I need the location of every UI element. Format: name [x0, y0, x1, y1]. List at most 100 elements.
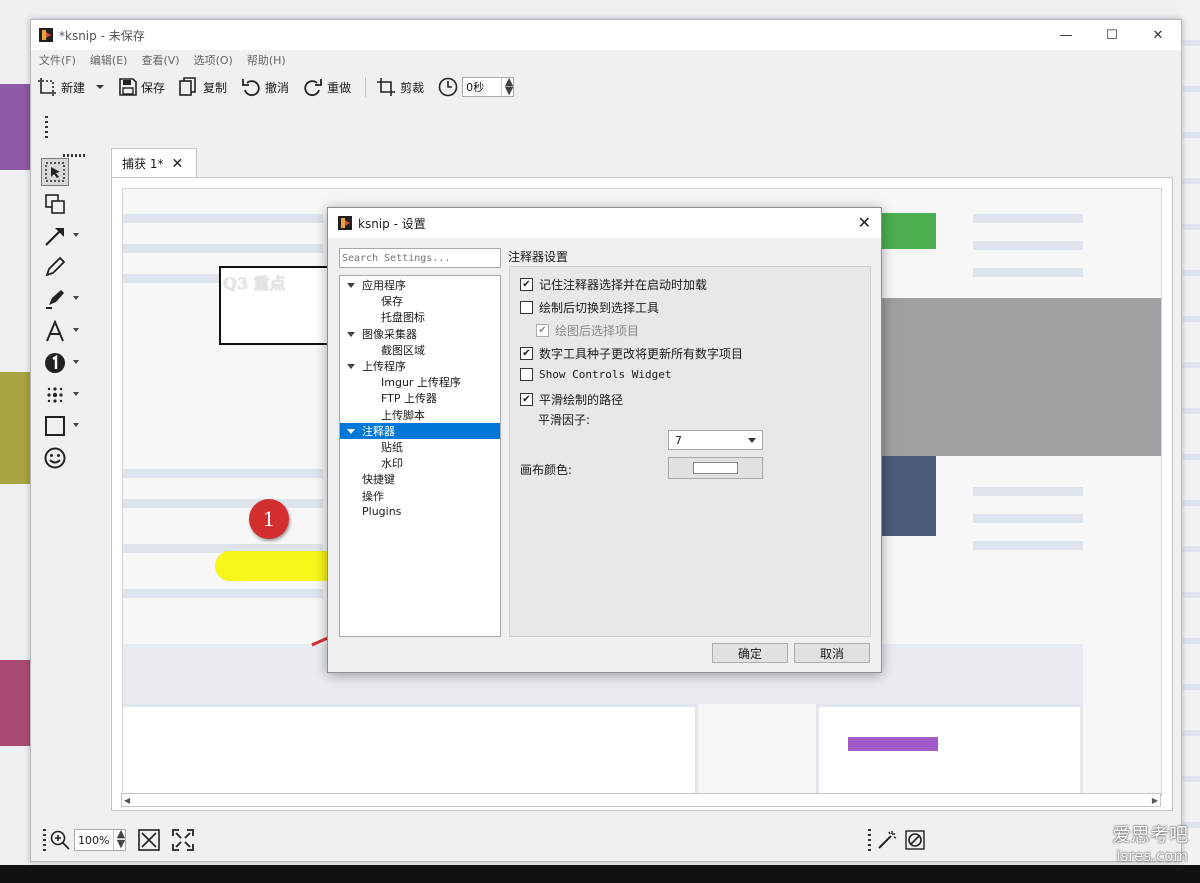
sticker-tool[interactable] [41, 444, 69, 472]
chevron-down-icon[interactable] [73, 359, 79, 364]
remember-tool-option[interactable]: ✔ 记住注释器选择并在启动时加载 [520, 276, 707, 293]
fullscreen-icon[interactable] [172, 829, 194, 851]
new-button[interactable]: 新建 [37, 74, 85, 100]
chevron-down-icon[interactable] [73, 327, 79, 332]
panel-title: 注释器设置 [508, 250, 569, 264]
smooth-factor-label: 平滑因子: [538, 413, 591, 427]
spin-down-icon[interactable]: ▼ [114, 838, 125, 850]
tree-item[interactable]: FTP 上传器 [340, 390, 500, 406]
ksnip-logo-icon [338, 216, 352, 230]
fit-to-window-icon[interactable] [138, 829, 160, 851]
canvas-green-block [878, 213, 936, 249]
spin-down-icon[interactable]: ▼ [502, 85, 513, 96]
save-label: 保存 [141, 80, 166, 95]
zoom-value: 100% [78, 833, 110, 847]
show-controls-option[interactable]: Show Controls Widget [520, 368, 671, 381]
bottom-right-drag-handle[interactable] [868, 829, 871, 851]
new-dropdown-button[interactable] [95, 74, 105, 100]
copy-button[interactable]: 复制 [179, 74, 227, 100]
smooth-path-checkbox[interactable]: ✔ [520, 393, 533, 406]
expand-arrow-icon[interactable] [347, 283, 355, 288]
chevron-down-icon[interactable] [73, 296, 79, 301]
tree-item[interactable]: Imgur 上传程序 [340, 374, 500, 390]
minimize-button[interactable]: — [1043, 20, 1089, 50]
menu-edit[interactable]: 编辑(E) [90, 52, 128, 68]
annotator-settings-panel: ✔ 记住注释器选择并在启动时加载 绘制后切换到选择工具 ✔ 绘图后选择项目 ✔ … [509, 266, 871, 637]
tab-capture-1[interactable]: 捕获 1* ✕ [111, 148, 197, 178]
maximize-button[interactable]: ☐ [1089, 20, 1135, 50]
switch-after-draw-label: 绘制后切换到选择工具 [539, 301, 660, 315]
dock-drag-handle[interactable] [63, 154, 85, 157]
crop-button[interactable]: 剪裁 [376, 74, 424, 100]
ok-button[interactable]: 确定 [712, 643, 788, 663]
chevron-down-icon[interactable] [73, 232, 79, 237]
zoom-spinbox[interactable]: 100% ▲ ▼ [74, 828, 126, 851]
redo-label: 重做 [327, 80, 352, 95]
text-tool[interactable] [41, 317, 79, 345]
duplicate-tool[interactable] [41, 190, 69, 218]
menu-help[interactable]: 帮助(H) [247, 52, 286, 68]
remember-tool-checkbox[interactable]: ✔ [520, 278, 533, 291]
menu-options[interactable]: 选项(O) [194, 52, 233, 68]
chevron-down-icon[interactable] [73, 391, 79, 396]
disable-icon[interactable] [905, 830, 925, 850]
tree-item[interactable]: 应用程序 [340, 277, 500, 293]
canvas-bg-line [973, 487, 1083, 496]
expand-arrow-icon[interactable] [347, 363, 355, 369]
smooth-path-option[interactable]: ✔ 平滑绘制的路径 [520, 391, 623, 408]
expand-arrow-icon[interactable] [347, 428, 355, 434]
horizontal-scrollbar[interactable]: ◀ ▶ [121, 793, 1161, 807]
settings-search-input[interactable] [339, 248, 501, 268]
switch-after-draw-option[interactable]: 绘制后切换到选择工具 [520, 299, 659, 316]
dialog-close-icon[interactable]: ✕ [858, 213, 871, 232]
scroll-right-icon[interactable]: ▶ [1152, 796, 1158, 805]
number-seed-checkbox[interactable]: ✔ [520, 347, 533, 360]
pen-tool[interactable] [41, 253, 69, 281]
arrow-tool[interactable] [41, 222, 79, 250]
tree-item[interactable]: 注释器 [340, 422, 500, 439]
highlighter-annotation[interactable] [215, 551, 335, 581]
pen-icon [45, 257, 66, 277]
tree-item[interactable]: 上传脚本 [340, 407, 500, 423]
expand-arrow-icon[interactable] [347, 331, 355, 337]
copy-label: 复制 [203, 80, 228, 95]
menu-view[interactable]: 查看(V) [141, 52, 179, 68]
blur-tool[interactable] [41, 381, 79, 409]
bottom-drag-handle[interactable] [43, 829, 46, 851]
show-controls-checkbox[interactable] [520, 368, 533, 381]
close-button[interactable]: ✕ [1135, 20, 1181, 50]
magic-wand-icon[interactable] [877, 830, 897, 850]
tree-item[interactable]: Plugins [340, 504, 500, 520]
delay-spinbox[interactable]: 0秒 ▲ ▼ [462, 76, 515, 97]
tree-item[interactable]: 贴纸 [340, 439, 500, 455]
tree-item[interactable]: 托盘图标 [340, 309, 500, 325]
tree-item[interactable]: 快捷键 [340, 471, 500, 487]
number-tool[interactable] [41, 349, 79, 377]
save-button[interactable]: 保存 [119, 74, 165, 100]
tree-item[interactable]: 操作 [340, 487, 500, 503]
tree-item[interactable]: 上传程序 [340, 358, 500, 374]
menu-file[interactable]: 文件(F) [39, 52, 76, 68]
chevron-down-icon[interactable] [73, 423, 79, 428]
tree-item-label: 上传程序 [362, 360, 406, 374]
redo-button[interactable]: 重做 [303, 74, 351, 100]
scroll-left-icon[interactable]: ◀ [124, 796, 130, 805]
number-seed-option[interactable]: ✔ 数字工具种子更改将更新所有数字项目 [520, 345, 743, 362]
close-tab-icon[interactable]: ✕ [171, 156, 183, 172]
rectangle-tool[interactable] [41, 412, 79, 440]
tree-item[interactable]: 水印 [340, 455, 500, 471]
undo-button[interactable]: 撤消 [241, 74, 289, 100]
canvas-color-button[interactable] [668, 457, 763, 479]
number-annotation[interactable]: 1 [249, 499, 289, 539]
cancel-button[interactable]: 取消 [794, 643, 870, 663]
toolbar-drag-handle[interactable] [45, 116, 48, 140]
zoom-in-icon[interactable] [50, 830, 70, 850]
switch-after-draw-checkbox[interactable] [520, 301, 533, 314]
tree-item[interactable]: 图像采集器 [340, 326, 500, 342]
text-annotation[interactable]: Q3 重点 [223, 270, 286, 294]
smooth-factor-select[interactable]: 7 [668, 430, 763, 450]
select-tool[interactable] [41, 158, 69, 186]
tree-item[interactable]: 保存 [340, 293, 500, 309]
marker-tool[interactable] [41, 285, 79, 313]
tree-item[interactable]: 截图区域 [340, 342, 500, 358]
